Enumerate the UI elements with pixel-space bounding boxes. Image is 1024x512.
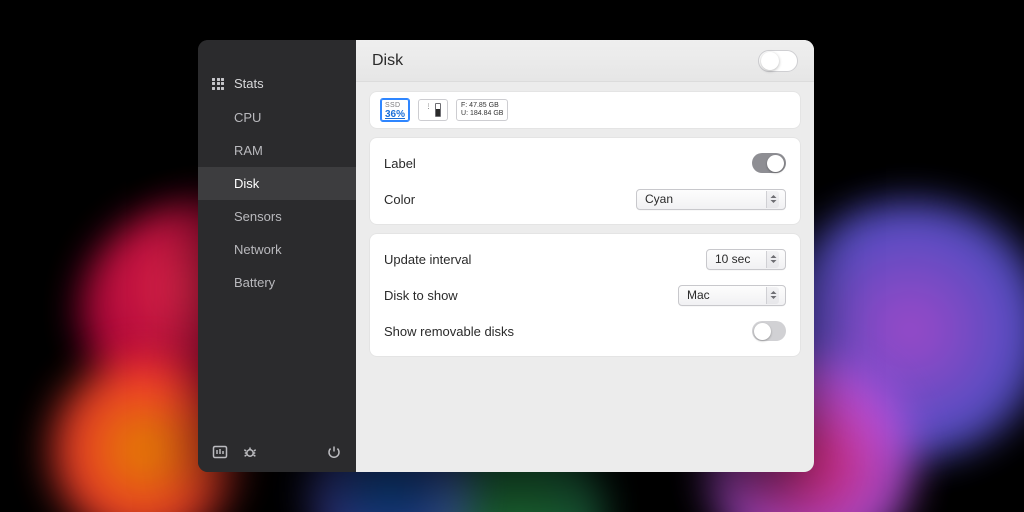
- label-row-label: Label: [384, 156, 416, 171]
- label-toggle[interactable]: [752, 153, 786, 173]
- color-select[interactable]: Cyan: [636, 189, 786, 210]
- disk-bar-icon: [435, 103, 441, 117]
- widget-preview-bar[interactable]: ⋮: [418, 99, 448, 121]
- app-title: Stats: [234, 76, 264, 91]
- stepper-icon: [766, 251, 779, 268]
- bug-icon[interactable]: [242, 444, 258, 460]
- update-interval-label: Update interval: [384, 252, 471, 267]
- dashboard-icon: [212, 78, 224, 90]
- sidebar-item-ram[interactable]: RAM: [198, 134, 356, 167]
- sidebar-item-label: Disk: [234, 176, 259, 191]
- content-header: Disk: [356, 40, 814, 82]
- disk-to-show-label: Disk to show: [384, 288, 458, 303]
- sidebar-header[interactable]: Stats: [198, 70, 356, 101]
- dashboard-footer-icon[interactable]: [212, 444, 228, 460]
- sidebar-item-label: RAM: [234, 143, 263, 158]
- update-interval-select[interactable]: 10 sec: [706, 249, 786, 270]
- module-enabled-toggle[interactable]: [758, 50, 798, 72]
- color-row-label: Color: [384, 192, 415, 207]
- page-title: Disk: [372, 52, 403, 70]
- sidebar-item-label: Network: [234, 242, 282, 257]
- widget-stats-free: F: 47.85 GB: [461, 102, 499, 110]
- stepper-icon: [766, 287, 779, 304]
- sidebar-item-label: Battery: [234, 275, 275, 290]
- sidebar-item-label: Sensors: [234, 209, 282, 224]
- widget-stats-used: U: 184.84 GB: [461, 110, 503, 118]
- show-removable-label: Show removable disks: [384, 324, 514, 339]
- disk-to-show-select[interactable]: Mac: [678, 285, 786, 306]
- sidebar-nav: CPU RAM Disk Sensors Network Battery: [198, 101, 356, 299]
- sidebar: Stats CPU RAM Disk Sensors Network Batte…: [198, 40, 356, 472]
- sidebar-item-battery[interactable]: Battery: [198, 266, 356, 299]
- power-icon[interactable]: [326, 444, 342, 460]
- sidebar-item-cpu[interactable]: CPU: [198, 101, 356, 134]
- sidebar-item-disk[interactable]: Disk: [198, 167, 356, 200]
- widget-ssd-percent: 36%: [385, 110, 405, 119]
- widget-preview-percent[interactable]: SSD 36%: [380, 98, 410, 122]
- widget-previews-card: SSD 36% ⋮ F: 47.85 GB U: 184.84 GB: [370, 92, 800, 128]
- content-pane: Disk SSD 36% ⋮ F: 47.85 G: [356, 40, 814, 472]
- settings-card: Update interval 10 sec Disk to show Mac: [370, 234, 800, 356]
- color-select-value: Cyan: [645, 192, 756, 206]
- sidebar-item-label: CPU: [234, 110, 261, 125]
- sidebar-item-sensors[interactable]: Sensors: [198, 200, 356, 233]
- appearance-card: Label Color Cyan: [370, 138, 800, 224]
- widget-bar-rot: ⋮: [425, 103, 431, 112]
- update-interval-value: 10 sec: [715, 252, 756, 266]
- disk-to-show-value: Mac: [687, 288, 756, 302]
- stats-preferences-window: Stats CPU RAM Disk Sensors Network Batte…: [198, 40, 814, 472]
- sidebar-footer: [198, 434, 356, 472]
- stepper-icon: [766, 191, 779, 208]
- sidebar-item-network[interactable]: Network: [198, 233, 356, 266]
- show-removable-toggle[interactable]: [752, 321, 786, 341]
- widget-preview-stats[interactable]: F: 47.85 GB U: 184.84 GB: [456, 99, 508, 121]
